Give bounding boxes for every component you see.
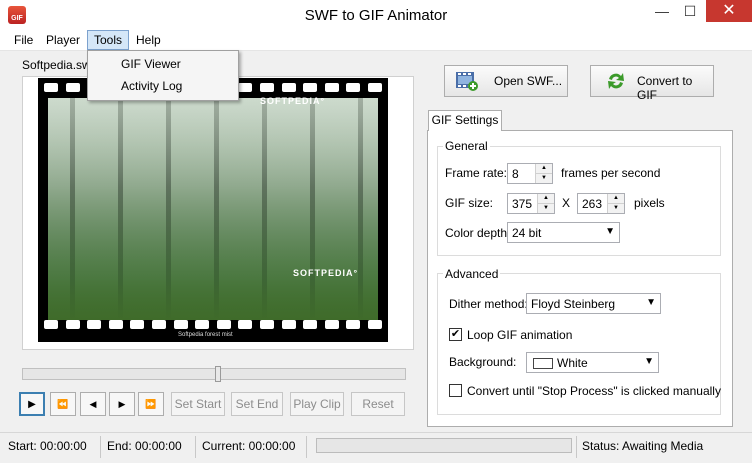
play-clip-button[interactable]: Play Clip	[290, 392, 344, 416]
tools-dropdown: GIF Viewer Activity Log	[87, 50, 239, 101]
frame-rate-unit: frames per second	[561, 166, 661, 180]
play-button[interactable]: ▶	[19, 392, 45, 416]
spin-down-icon[interactable]: ▼	[536, 174, 552, 183]
open-swf-button[interactable]: Open SWF...	[444, 65, 568, 97]
menu-item-gif-viewer[interactable]: GIF Viewer	[88, 53, 238, 75]
current-time: Current: 00:00:00	[202, 439, 296, 453]
divider	[100, 436, 101, 458]
general-group-title: General	[443, 139, 490, 153]
size-x-label: X	[562, 196, 571, 210]
convert-label: Convert to GIF	[637, 74, 693, 102]
chevron-down-icon: ▼	[605, 226, 615, 237]
loop-gif-label: Loop GIF animation	[467, 328, 573, 342]
forest-image	[48, 98, 378, 320]
color-swatch-icon	[533, 358, 553, 369]
window-title: SWF to GIF Animator	[304, 7, 448, 24]
close-button[interactable]: ✕	[706, 0, 752, 22]
gif-size-label: GIF size:	[445, 196, 494, 210]
gif-width-value: 375	[512, 197, 533, 211]
convert-to-gif-button[interactable]: Convert to GIF	[590, 65, 714, 102]
title-bar: GIF SWF to GIF Animator — ☐ ✕	[0, 0, 752, 30]
next-frame-button[interactable]: ▶	[109, 392, 135, 416]
divider	[195, 436, 196, 458]
convert-until-checkbox[interactable]	[449, 384, 462, 397]
menu-item-activity-log[interactable]: Activity Log	[88, 75, 238, 97]
menu-bar: File Player Tools Help	[0, 30, 752, 51]
divider	[576, 436, 577, 458]
fast-forward-icon: ⏩	[145, 399, 157, 409]
status-text: Status: Awaiting Media	[582, 439, 704, 453]
set-end-button[interactable]: Set End	[231, 392, 283, 416]
spin-down-icon[interactable]: ▼	[538, 204, 554, 213]
watermark-mid: SOFTPEDIA°	[293, 268, 359, 278]
spin-up-icon[interactable]: ▲	[538, 194, 554, 204]
fast-forward-button[interactable]: ⏩	[138, 392, 164, 416]
file-name-label: Softpedia.swf	[22, 58, 95, 72]
end-time: End: 00:00:00	[107, 439, 182, 453]
spin-up-icon[interactable]: ▲	[608, 194, 624, 204]
dither-method-label: Dither method:	[449, 297, 528, 311]
next-icon: ▶	[118, 399, 126, 409]
play-icon: ▶	[28, 399, 36, 410]
color-depth-select[interactable]: 24 bit ▼	[507, 222, 620, 243]
frame-rate-spinner[interactable]: 8 ▲ ▼	[507, 163, 553, 184]
film-add-icon	[456, 72, 478, 91]
film-caption: Softpedia forest mist	[178, 332, 233, 338]
gif-width-spinner[interactable]: 375 ▲ ▼	[507, 193, 555, 214]
previous-frame-button[interactable]: ◀	[80, 392, 106, 416]
flash-preview: SOFTPEDIA° SOFTPEDIA° Softpedia forest m…	[38, 78, 388, 342]
advanced-group-title: Advanced	[443, 267, 501, 281]
convert-icon	[608, 73, 624, 89]
open-swf-label: Open SWF...	[494, 74, 563, 88]
background-value: White	[557, 356, 588, 370]
start-time: Start: 00:00:00	[8, 439, 87, 453]
spin-up-icon[interactable]: ▲	[536, 164, 552, 174]
menu-help[interactable]: Help	[130, 30, 167, 50]
chevron-down-icon: ▼	[646, 297, 656, 308]
chevron-down-icon: ▼	[644, 356, 654, 367]
rewind-icon: ⏪	[57, 399, 69, 409]
frame-rate-value: 8	[512, 167, 519, 181]
status-bar: Start: 00:00:00 End: 00:00:00 Current: 0…	[0, 432, 752, 463]
dither-method-select[interactable]: Floyd Steinberg ▼	[526, 293, 661, 314]
set-start-button[interactable]: Set Start	[171, 392, 225, 416]
color-depth-value: 24 bit	[512, 226, 542, 240]
gif-height-spinner[interactable]: 263 ▲ ▼	[577, 193, 625, 214]
tab-gif-settings[interactable]: GIF Settings	[428, 110, 502, 131]
gif-height-value: 263	[582, 197, 603, 211]
menu-file[interactable]: File	[8, 30, 39, 50]
minimize-button[interactable]: —	[648, 0, 676, 22]
background-select[interactable]: White ▼	[526, 352, 659, 373]
spin-down-icon[interactable]: ▼	[608, 204, 624, 213]
seek-slider[interactable]	[22, 366, 406, 382]
frame-rate-label: Frame rate:	[445, 166, 508, 180]
watermark-top: SOFTPEDIA°	[260, 96, 326, 106]
size-unit-label: pixels	[634, 196, 665, 210]
loop-gif-checkbox[interactable]: ✔	[449, 328, 462, 341]
maximize-button[interactable]: ☐	[676, 0, 704, 22]
color-depth-label: Color depth:	[445, 226, 511, 240]
convert-until-label: Convert until "Stop Process" is clicked …	[467, 384, 721, 398]
seek-slider-thumb[interactable]	[215, 366, 221, 382]
progress-bar	[316, 438, 572, 453]
background-label: Background:	[449, 355, 517, 369]
menu-tools[interactable]: Tools	[87, 30, 130, 50]
dither-method-value: Floyd Steinberg	[531, 297, 616, 311]
film-sprockets-bottom	[44, 320, 382, 332]
reset-button[interactable]: Reset	[351, 392, 405, 416]
divider	[306, 436, 307, 458]
menu-player[interactable]: Player	[40, 30, 86, 50]
previous-icon: ◀	[89, 399, 97, 409]
rewind-button[interactable]: ⏪	[50, 392, 76, 416]
